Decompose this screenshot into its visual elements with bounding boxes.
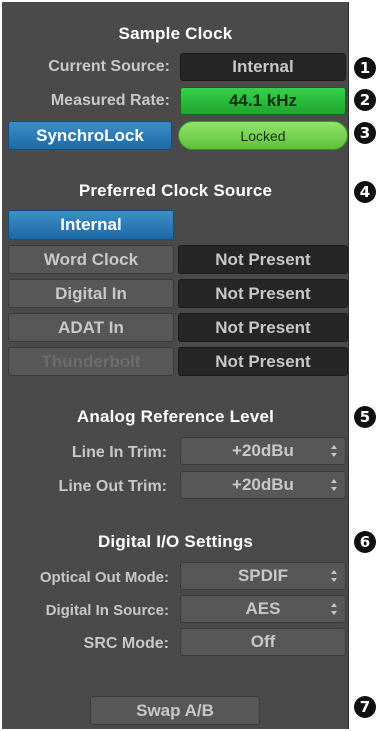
line-out-trim-select[interactable]: +20dBu <box>180 471 346 499</box>
current-source-value: Internal <box>180 53 346 81</box>
synchrolock-status: Locked <box>178 121 348 150</box>
line-in-trim-select[interactable]: +20dBu <box>180 437 346 465</box>
optical-out-mode-select[interactable]: SPDIF <box>180 562 346 590</box>
digital-in-source-value: AES <box>245 599 281 618</box>
src-mode-label: SRC Mode: <box>83 635 169 652</box>
synchrolock-button[interactable]: SynchroLock <box>8 121 172 150</box>
digital-in-source-label: Digital In Source: <box>45 602 169 619</box>
line-in-trim-label: Line In Trim: <box>71 444 167 461</box>
clock-settings-panel: Sample Clock Current Source: Internal Me… <box>2 2 349 729</box>
clock-source-digital-in-button[interactable]: Digital In <box>8 279 174 308</box>
callout-2-badge: 2 <box>354 89 376 111</box>
select-arrows-icon <box>331 603 337 615</box>
clock-source-word-clock-button[interactable]: Word Clock <box>8 245 174 274</box>
swap-ab-button[interactable]: Swap A/B <box>90 696 260 725</box>
optical-out-mode-value: SPDIF <box>237 566 289 585</box>
analog-reference-title: Analog Reference Level <box>76 407 275 426</box>
clock-source-internal-button[interactable]: Internal <box>8 210 174 240</box>
word-clock-status: Not Present <box>178 245 348 274</box>
callout-6-badge: 6 <box>354 531 376 553</box>
current-source-label: Current Source: <box>48 58 170 75</box>
callout-1-badge: 1 <box>354 57 376 79</box>
select-arrows-icon <box>331 479 337 491</box>
optical-out-mode-label: Optical Out Mode: <box>39 569 169 586</box>
select-arrows-icon <box>331 445 337 457</box>
digital-in-source-select[interactable]: AES <box>180 595 346 623</box>
clock-source-thunderbolt-button[interactable]: Thunderbolt <box>8 347 174 376</box>
line-in-trim-value: +20dBu <box>232 441 294 460</box>
digital-in-status: Not Present <box>178 279 348 308</box>
callout-7-badge: 7 <box>354 696 376 718</box>
callout-3-badge: 3 <box>354 122 376 144</box>
adat-in-status: Not Present <box>178 313 348 342</box>
line-out-trim-label: Line Out Trim: <box>58 478 167 495</box>
src-mode-select[interactable]: Off <box>180 628 346 656</box>
clock-source-adat-in-button[interactable]: ADAT In <box>8 313 174 342</box>
thunderbolt-status: Not Present <box>178 347 348 376</box>
digital-io-title: Digital I/O Settings <box>97 532 254 551</box>
measured-rate-label: Measured Rate: <box>50 92 170 109</box>
measured-rate-value: 44.1 kHz <box>180 87 346 115</box>
callout-5-badge: 5 <box>354 406 376 428</box>
preferred-clock-title: Preferred Clock Source <box>78 181 273 200</box>
line-out-trim-value: +20dBu <box>232 475 294 494</box>
select-arrows-icon <box>331 570 337 582</box>
callout-4-badge: 4 <box>354 181 376 203</box>
sample-clock-title: Sample Clock <box>118 24 233 43</box>
